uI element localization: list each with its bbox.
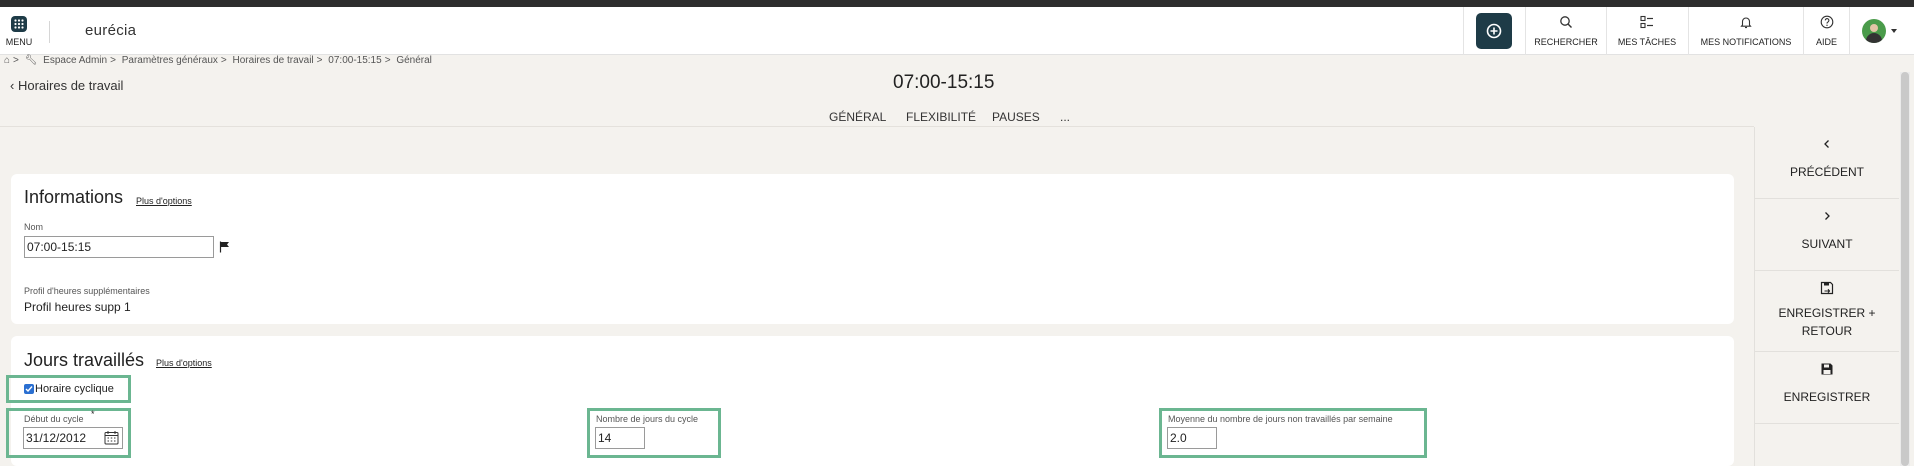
notifications-label: MES NOTIFICATIONS bbox=[1700, 37, 1792, 47]
action-sidebar: PRÉCÉDENT SUIVANT ENREGISTRER + RETOUR E… bbox=[1754, 127, 1899, 466]
precedent-label: PRÉCÉDENT bbox=[1789, 165, 1864, 179]
suivant-button[interactable]: SUIVANT bbox=[1755, 199, 1899, 271]
back-link-label: Horaires de travail bbox=[17, 78, 124, 93]
menu-label: MENU bbox=[5, 37, 33, 47]
tasks-icon bbox=[1640, 15, 1653, 29]
quick-add-button[interactable] bbox=[1476, 13, 1512, 49]
checkmark-icon bbox=[25, 386, 33, 393]
tab-bar: GÉNÉRAL FLEXIBILITÉ PAUSES ... bbox=[0, 110, 1754, 126]
scrollbar-thumb[interactable] bbox=[1901, 72, 1909, 466]
jours-travailles-panel: Jours travaillés Plus d'options bbox=[11, 336, 1734, 466]
tab-pauses[interactable]: PAUSES bbox=[992, 110, 1040, 124]
breadcrumb: ⌂ > 🔧︎ Espace Admin > Paramètres généraux >… bbox=[4, 55, 432, 66]
chevron-right-icon bbox=[1825, 212, 1830, 220]
home-icon[interactable]: ⌂ bbox=[4, 55, 10, 66]
help-icon bbox=[1820, 15, 1833, 29]
page-scrollbar[interactable] bbox=[1900, 72, 1910, 466]
search-label: RECHERCHER bbox=[1534, 37, 1598, 47]
header-divider bbox=[49, 21, 50, 43]
informations-panel: Informations Plus d'options Nom Profil d… bbox=[11, 174, 1734, 324]
breadcrumb-item[interactable]: Paramètres généraux bbox=[122, 55, 218, 66]
precedent-button[interactable]: PRÉCÉDENT bbox=[1755, 127, 1899, 199]
tab-flexibilite[interactable]: FLEXIBILITÉ bbox=[906, 110, 976, 124]
search-button[interactable]: RECHERCHER bbox=[1526, 7, 1606, 55]
enregistrer-button[interactable]: ENREGISTRER bbox=[1755, 352, 1899, 424]
tab-general[interactable]: GÉNÉRAL bbox=[829, 110, 886, 124]
nom-label: Nom bbox=[24, 222, 44, 232]
moyenne-jours-input[interactable] bbox=[1167, 427, 1217, 449]
page-title: 07:00-15:15 bbox=[893, 72, 995, 93]
chevron-left-icon bbox=[1824, 140, 1829, 148]
save-return-icon bbox=[1820, 281, 1834, 295]
plus-circle-icon bbox=[1486, 23, 1502, 39]
my-tasks-button[interactable]: MES TÂCHES bbox=[1607, 7, 1687, 55]
enregistrer-retour-button[interactable]: ENREGISTRER + RETOUR bbox=[1755, 271, 1899, 352]
wrench-icon: 🔧︎ bbox=[24, 55, 38, 66]
chevron-left-icon: ‹ bbox=[10, 78, 18, 93]
moyenne-jours-label: Moyenne du nombre de jours non travaillé… bbox=[1168, 414, 1393, 424]
back-link[interactable]: ‹ Horaires de travail bbox=[10, 78, 123, 93]
enregistrer-retour-label-line2: RETOUR bbox=[1801, 324, 1853, 338]
notifications-button[interactable]: MES NOTIFICATIONS bbox=[1689, 7, 1803, 55]
tab-more[interactable]: ... bbox=[1060, 110, 1070, 124]
app-header: MENU eurécia RECHERCHER MES TÂCHES MES N… bbox=[0, 7, 1914, 55]
horaire-cyclique-label[interactable]: Horaire cyclique bbox=[35, 383, 114, 395]
grid-menu-icon bbox=[11, 16, 27, 32]
profil-value: Profil heures supp 1 bbox=[24, 300, 131, 314]
help-label: AIDE bbox=[1815, 37, 1837, 47]
breadcrumb-item[interactable]: 07:00-15:15 bbox=[328, 55, 381, 66]
bell-icon bbox=[1740, 17, 1752, 29]
debut-cycle-label: Début du cycle bbox=[24, 414, 84, 424]
content-divider bbox=[0, 126, 1754, 127]
top-strip bbox=[0, 0, 1914, 7]
suivant-label: SUIVANT bbox=[1801, 237, 1853, 251]
breadcrumb-item: Général bbox=[396, 55, 432, 66]
calendar-icon[interactable] bbox=[104, 430, 119, 445]
plus-options-link[interactable]: Plus d'options bbox=[156, 358, 212, 368]
plus-options-link[interactable]: Plus d'options bbox=[136, 196, 192, 206]
eurecia-logo[interactable]: eurécia bbox=[85, 22, 136, 39]
help-button[interactable]: AIDE bbox=[1804, 7, 1849, 55]
header-separator bbox=[1463, 7, 1464, 55]
nombre-jours-cycle-label: Nombre de jours du cycle bbox=[596, 414, 699, 424]
horaire-cyclique-checkbox[interactable] bbox=[24, 384, 34, 394]
required-marker: * bbox=[91, 409, 95, 419]
profil-label: Profil d'heures supplémentaires bbox=[24, 286, 150, 296]
search-icon bbox=[1560, 16, 1572, 28]
nom-input[interactable] bbox=[24, 236, 214, 258]
chevron-down-icon[interactable] bbox=[1891, 29, 1897, 33]
enregistrer-label: ENREGISTRER bbox=[1783, 390, 1871, 404]
flag-icon[interactable] bbox=[219, 241, 231, 253]
enregistrer-retour-label-line1: ENREGISTRER + bbox=[1778, 306, 1876, 320]
informations-title: Informations bbox=[24, 187, 124, 207]
breadcrumb-item[interactable]: Horaires de travail bbox=[233, 55, 314, 66]
my-tasks-label: MES TÂCHES bbox=[1617, 37, 1677, 47]
avatar-head bbox=[1870, 24, 1878, 32]
jours-travailles-title: Jours travaillés bbox=[24, 350, 145, 370]
breadcrumb-item[interactable]: Espace Admin bbox=[43, 55, 107, 66]
user-avatar[interactable] bbox=[1862, 19, 1886, 43]
avatar-body bbox=[1866, 33, 1882, 43]
header-separator bbox=[1849, 7, 1850, 55]
save-icon bbox=[1821, 363, 1833, 375]
nombre-jours-cycle-input[interactable] bbox=[595, 427, 645, 449]
menu-button[interactable]: MENU bbox=[0, 7, 38, 55]
